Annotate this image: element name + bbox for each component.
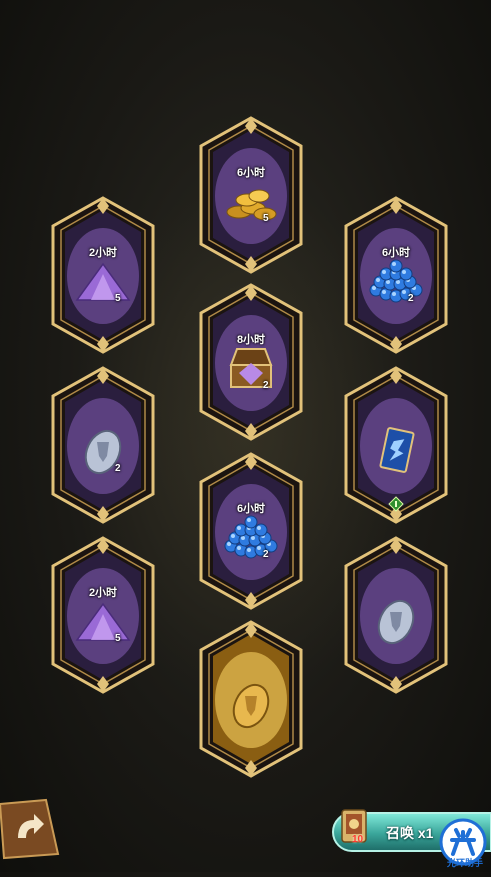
silver-shield-token-icon: [364, 596, 428, 646]
reward-node-left-3[interactable]: 2小时 5: [49, 536, 157, 694]
reward-node-right-1[interactable]: 6小时 2: [342, 196, 450, 354]
purple-dust-icon: [71, 256, 135, 306]
reward-node-left-1[interactable]: 2小时 5: [49, 196, 157, 354]
reward-node-left-2[interactable]: 2: [49, 366, 157, 524]
reward-node-center-3[interactable]: 6小时 2: [197, 452, 305, 610]
reward-time-label: 2小时: [88, 247, 118, 259]
blue-card-icon: [364, 426, 428, 476]
summon-label: 召唤 x1: [386, 825, 434, 841]
reward-node-right-2[interactable]: [342, 366, 450, 524]
reward-node-right-3[interactable]: [342, 536, 450, 694]
reward-quantity: 2: [408, 293, 414, 304]
silver-shield-token-icon: [71, 426, 135, 476]
assistant-text: 光环助手: [446, 858, 483, 868]
back-arrow-icon: [0, 798, 60, 860]
reward-time-label: 8小时: [236, 334, 266, 346]
reward-node-bottom-center[interactable]: [197, 620, 305, 778]
blue-orbs-icon: [364, 256, 428, 306]
back-button[interactable]: [0, 798, 62, 860]
reward-quantity: 2: [115, 463, 121, 474]
reward-node-top-center[interactable]: 6小时 5: [197, 116, 305, 274]
reward-quantity: 5: [115, 633, 121, 644]
green-gem-icon: [388, 496, 404, 512]
reward-quantity: 5: [115, 293, 121, 304]
gold-coins-icon: [219, 176, 283, 226]
purple-dust-icon: [71, 596, 135, 646]
reward-node-center-2[interactable]: 8小时 2: [197, 283, 305, 441]
reward-time-label: 6小时: [236, 167, 266, 179]
reward-quantity: 2: [263, 549, 269, 560]
treasure-chest-icon: [219, 343, 283, 393]
reward-time-label: 6小时: [236, 503, 266, 515]
reward-time-label: 6小时: [381, 247, 411, 259]
summon-count: 10: [352, 834, 364, 845]
reward-quantity: 5: [263, 213, 269, 224]
reward-quantity: 2: [263, 380, 269, 391]
blue-orbs-icon: [219, 512, 283, 562]
reward-time-label: 2小时: [88, 587, 118, 599]
gold-shield-token-icon: [219, 680, 283, 730]
